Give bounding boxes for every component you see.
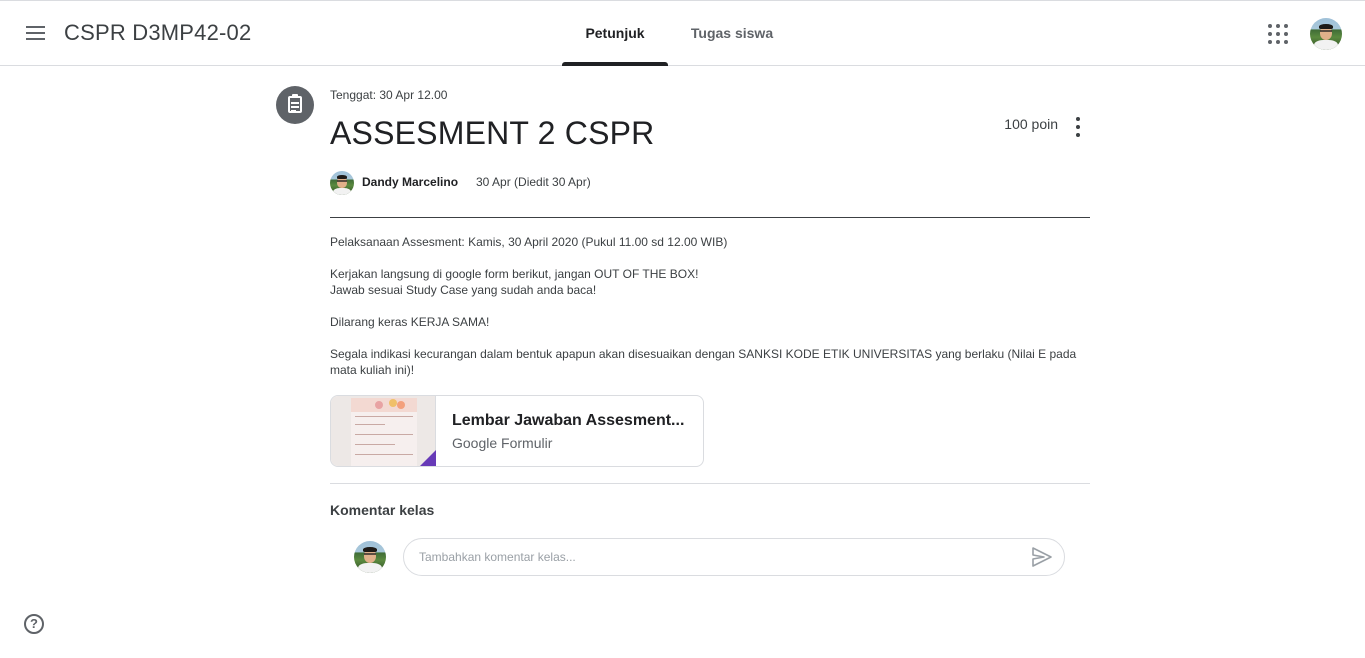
posted-date: 30 Apr (Diedit 30 Apr) — [476, 175, 591, 189]
header-divider — [330, 217, 1090, 218]
due-date: Tenggat: 30 Apr 12.00 — [330, 88, 448, 102]
assignment-title: ASSESMENT 2 CSPR — [330, 115, 655, 151]
points-label: 100 poin — [1004, 116, 1058, 132]
class-comment-input[interactable] — [419, 548, 1019, 566]
attachment-type: Google Formulir — [452, 435, 553, 451]
author-avatar — [330, 171, 354, 195]
instruction-paragraph: Dilarang keras KERJA SAMA! — [330, 315, 490, 329]
assignment-clipboard-icon — [276, 86, 314, 124]
tab-instructions[interactable]: Petunjuk — [562, 1, 668, 66]
attachment-title: Lembar Jawaban Assesment... — [452, 412, 685, 429]
more-options-icon[interactable] — [1066, 115, 1090, 139]
user-avatar[interactable] — [1310, 18, 1342, 50]
instruction-paragraph: Segala indikasi kecurangan dalam bentuk … — [330, 347, 1077, 377]
instruction-paragraph: Kerjakan langsung di google form berikut… — [330, 267, 699, 297]
send-icon[interactable] — [1030, 546, 1054, 568]
author-name: Dandy Marcelino — [362, 175, 459, 189]
instructions-body: Pelaksanaan Assesment: Kamis, 30 April 2… — [330, 234, 1090, 394]
class-comment-field — [403, 538, 1065, 576]
comments-divider — [330, 483, 1090, 484]
commenter-avatar — [354, 541, 386, 573]
google-forms-corner-icon — [420, 450, 436, 466]
top-app-bar: CSPR D3MP42-02 Petunjuk Tugas siswa — [0, 0, 1365, 66]
tab-student-work[interactable]: Tugas siswa — [680, 1, 784, 66]
hamburger-menu-icon[interactable] — [20, 17, 52, 49]
apps-grid-icon[interactable] — [1266, 22, 1290, 46]
class-comments-heading: Komentar kelas — [330, 502, 435, 518]
help-icon[interactable]: ? — [24, 614, 44, 634]
form-thumbnail — [331, 396, 436, 466]
instruction-paragraph: Pelaksanaan Assesment: Kamis, 30 April 2… — [330, 235, 728, 249]
class-title[interactable]: CSPR D3MP42-02 — [64, 20, 251, 46]
attachment-card-google-form[interactable]: Lembar Jawaban Assesment... Google Formu… — [330, 395, 704, 467]
